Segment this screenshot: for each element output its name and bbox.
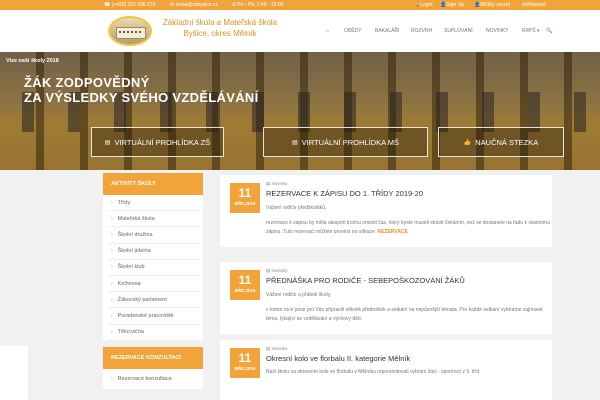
school-logo[interactable] xyxy=(108,16,152,46)
news-item: 11 BŘE,2019 ▤ Novinky Okresní kolo ve fl… xyxy=(220,340,552,400)
private-link[interactable]: 👤Mřížky secret xyxy=(474,2,510,8)
chevron-right-icon: › xyxy=(111,264,113,271)
sidebar-item-materska-skola[interactable]: › Mateřská škola xyxy=(107,211,199,228)
site-header: Základní škola a Mateřská škola Byšice, … xyxy=(0,10,600,52)
school-building-icon xyxy=(116,27,146,39)
virtual-tour-ms-button[interactable]: ▤ VIRTUÁLNÍ PROHLÍDKA MŠ xyxy=(263,127,428,157)
sidebar-item-zakovsky-parlament[interactable]: › Žákovský parlament xyxy=(107,292,199,309)
nav-obedy[interactable]: OBĚDY xyxy=(344,28,362,34)
news-title[interactable]: Okresní kolo ve florbalu II. kategorie M… xyxy=(266,354,410,363)
news-body: rezervace k zápisu by měla alespoň troch… xyxy=(266,220,550,235)
nav-novinky[interactable]: NOVINKY xyxy=(486,28,509,34)
top-bar: ☎ (+420) 315 696 279 ✉ skola@zsbysice.cz… xyxy=(0,0,600,10)
phone-text: ☎ (+420) 315 696 279 xyxy=(104,2,156,8)
nav-rozvrh[interactable]: ROZVRH xyxy=(411,28,432,34)
sidebar-item-consultation[interactable]: › Rezervace konzultace xyxy=(103,368,203,389)
news-greeting: Vážení rodiče předškoláků, xyxy=(266,205,327,211)
school-name-line2: Byšice, okres Mělník xyxy=(183,29,257,38)
school-name[interactable]: Základní škola a Mateřská škola Byšice, … xyxy=(160,17,280,39)
news-greeting: Vážení rodiče a přátelé školy, xyxy=(266,292,332,298)
news-category[interactable]: ▤ Novinky xyxy=(266,268,288,274)
date-month: BŘE,2019 xyxy=(234,201,256,206)
hero-title-line2: ZA VÝSLEDKY SVÉHO VZDĚLÁVÁNÍ xyxy=(24,90,259,105)
nav-bakalari[interactable]: BAKALÁŘI xyxy=(375,28,399,34)
login-link[interactable]: 🔒Login xyxy=(414,2,432,8)
chevron-right-icon: › xyxy=(111,312,113,319)
sidebar-item-tridy[interactable]: › Třídy xyxy=(107,195,199,212)
date-month: BŘE,2019 xyxy=(234,366,256,371)
sidebar-item-knihovna[interactable]: › Knihovna xyxy=(107,276,199,293)
nav-suplovani[interactable]: SUPLOVÁNÍ xyxy=(444,28,473,34)
date-badge: 11 BŘE,2019 xyxy=(230,348,260,378)
webmail-link[interactable]: ✉Webmail xyxy=(522,2,546,8)
reservation-link[interactable]: REZERVACE xyxy=(377,229,407,235)
news-item: 11 BŘE,2019 ▤ Novinky REZERVACE K ZÁPISU… xyxy=(220,175,552,247)
date-day: 11 xyxy=(238,273,252,287)
hero-title-line1: ŽÁK ZODPOVĚDNÝ xyxy=(24,75,150,90)
sidebar-item-skolni-klub[interactable]: › Školní klub xyxy=(107,260,199,276)
chevron-right-icon: › xyxy=(111,329,113,336)
sidebar-heading-consultations: REZERVACE KONZULTACÍ xyxy=(103,346,203,369)
news-category[interactable]: ▤ Novinky xyxy=(266,346,288,352)
chevron-right-icon: › xyxy=(111,248,113,255)
chevron-right-icon: › xyxy=(111,375,113,382)
date-month: BŘE,2019 xyxy=(234,288,256,293)
chevron-right-icon: › xyxy=(111,199,113,206)
sidebar-list: › Třídy › Mateřská škola › Školní družina ›… xyxy=(103,195,203,341)
sidebar-heading: AKTIVITY ŠKOLY xyxy=(103,173,203,195)
signup-link[interactable]: 👤Sign Up xyxy=(440,2,464,8)
news-body: v tomto roce jsme pro Vás připravili něk… xyxy=(266,307,543,322)
thumbs-up-icon: 👍 xyxy=(463,139,472,146)
sidebar-item-telocvicna[interactable]: › Tělocvična xyxy=(107,325,199,341)
virtual-tour-zs-button[interactable]: ▤ VIRTUÁLNÍ PROHLÍDKA ZŠ xyxy=(91,127,224,157)
nature-trail-button[interactable]: 👍 NAUČNÁ STEZKA xyxy=(438,127,564,157)
hero-tag: Vize naší školy 2018 xyxy=(6,58,59,64)
sidebar-item-poradenske-pracoviste[interactable]: › Poradenské pracoviště xyxy=(107,308,199,325)
hours-text: ⏱ Po - Pá: 7:45 - 15:00 xyxy=(232,2,284,8)
date-day: 11 xyxy=(238,351,252,365)
hero-title: ŽÁK ZODPOVĚDNÝ ZA VÝSLEDKY SVÉHO VZDĚLÁV… xyxy=(24,75,259,105)
document-icon: ▤ xyxy=(291,139,298,146)
chevron-right-icon: › xyxy=(111,231,113,238)
chevron-right-icon: › xyxy=(111,280,113,287)
news-title[interactable]: REZERVACE K ZÁPISU DO 1. TŘÍDY 2019-20 xyxy=(266,189,423,198)
chevron-right-icon: › xyxy=(111,215,113,222)
email-link[interactable]: ✉ skola@zsbysice.cz xyxy=(170,2,218,8)
date-badge: 11 BŘE,2019 xyxy=(230,270,260,300)
home-icon[interactable]: ⌂ xyxy=(326,28,329,34)
news-title[interactable]: PŘEDNÁŠKA PRO RODIČE - SEBEPOŠKOZOVÁNÍ Ž… xyxy=(266,276,465,285)
school-name-line1: Základní škola a Mateřská škola xyxy=(162,18,278,27)
sidebar-item-skolni-druzina[interactable]: › Školní družina xyxy=(107,227,199,244)
nav-krps[interactable]: KRPŠ ▾ xyxy=(522,28,540,34)
search-icon[interactable]: 🔍 xyxy=(546,28,552,34)
news-category[interactable]: ▤ Novinky xyxy=(266,181,288,187)
chevron-right-icon: › xyxy=(111,296,113,303)
sidebar-item-skolni-jidelna[interactable]: › Školní jídelna xyxy=(107,244,199,260)
document-icon: ▤ xyxy=(104,139,111,146)
news-body: Naši školu na okresním kole ve florbalu … xyxy=(266,369,481,375)
news-item: 11 BŘE,2019 ▤ Novinky PŘEDNÁŠKA PRO RODI… xyxy=(220,262,552,334)
page-margin xyxy=(0,346,28,400)
date-badge: 11 BŘE,2019 xyxy=(230,183,260,213)
date-day: 11 xyxy=(238,186,252,200)
sidebar: AKTIVITY ŠKOLY › Třídy › Mateřská škola › Š… xyxy=(103,173,203,389)
